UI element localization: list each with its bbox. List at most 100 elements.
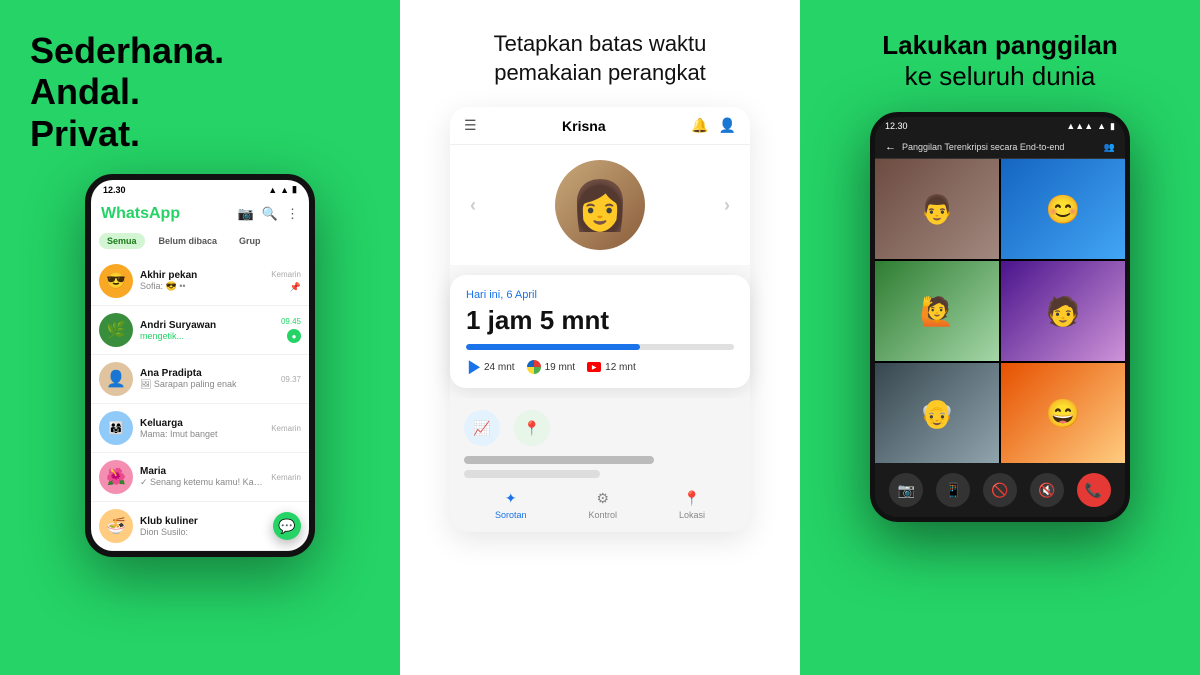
kontrol-icon: ⚙ (596, 490, 609, 507)
profile-emoji: 👩 (570, 177, 630, 234)
participants-icon: 👥 (1104, 142, 1115, 153)
app-usage-youtube: 12 mnt (587, 360, 636, 374)
video-cell-3: 🙋 (875, 261, 999, 361)
chat-item[interactable]: 👨‍👩‍👧 Keluarga Mama: Imut banget Kemarin (91, 404, 309, 453)
panel-right: Lakukan panggilan ke seluruh dunia 12.30… (800, 0, 1200, 675)
status-icons: ▲ ▲ ▮ (268, 184, 297, 195)
screen-time-fill (466, 344, 640, 350)
unread-badge: ● (287, 329, 301, 343)
person-1: 👨 (875, 159, 999, 259)
mute-button[interactable]: 🔇 (1030, 473, 1064, 507)
search-icon[interactable]: 🔍 (262, 206, 278, 222)
lokasi-label: Lokasi (679, 510, 705, 520)
chat-list: 😎 Akhir pekan Sofia: 😎 •• Kemarin 📌 🌿 An… (91, 257, 309, 551)
person-5: 👴 (875, 363, 999, 463)
trend-icon[interactable]: 📈 (464, 410, 500, 446)
status-time: 12.30 (103, 185, 126, 195)
wifi-icon: ▲ (1097, 121, 1106, 132)
chat-preview: 🖼 Sarapan paling enak (140, 379, 274, 390)
app-name: WhatsApp (101, 205, 180, 223)
avatar: 🌿 (99, 313, 133, 347)
pin-icon: 📌 (290, 282, 301, 293)
chat-time: 09.45 (281, 317, 301, 326)
chat-preview: Sofia: 😎 •• (140, 281, 264, 292)
nav-lokasi[interactable]: 📍 Lokasi (679, 490, 705, 520)
menu-icon[interactable]: ☰ (464, 117, 477, 134)
chat-name: Keluarga (140, 418, 264, 429)
camera-icon[interactable]: 📷 (238, 206, 254, 222)
chat-time: 09.37 (281, 375, 301, 384)
placeholder-bars (464, 456, 736, 478)
camera-button[interactable]: 📷 (889, 473, 923, 507)
chat-meta: Kemarin (271, 424, 301, 433)
left-headline: Sederhana.Andal.Privat. (30, 30, 224, 154)
app-usage-chrome: 19 mnt (527, 360, 576, 374)
switch-camera-button[interactable]: 📱 (936, 473, 970, 507)
screen-time-total: 1 jam 5 mnt (466, 305, 734, 336)
tab-unread[interactable]: Belum dibaca (151, 233, 226, 249)
play-time: 24 mnt (484, 362, 515, 373)
tab-all[interactable]: Semua (99, 233, 145, 249)
call-phone-mockup: 12.30 ▲▲▲ ▲ ▮ ← Panggilan Terenkripsi se… (870, 112, 1130, 522)
nav-kontrol[interactable]: ⚙ Kontrol (588, 490, 617, 520)
chat-name: Ana Pradipta (140, 368, 274, 379)
video-cell-5: 👴 (875, 363, 999, 463)
chrome-time: 19 mnt (545, 362, 576, 373)
new-chat-fab[interactable]: 💬 (273, 512, 301, 540)
next-arrow[interactable]: › (724, 195, 730, 216)
youtube-time: 12 mnt (605, 362, 636, 373)
end-call-button[interactable]: 📞 (1077, 473, 1111, 507)
tab-group[interactable]: Grup (231, 233, 269, 249)
person-4: 🧑 (1001, 261, 1125, 361)
chat-preview: mengetik... (140, 331, 274, 341)
nav-sorotan[interactable]: ✦ Sorotan (495, 490, 527, 520)
chat-item[interactable]: 😎 Akhir pekan Sofia: 😎 •• Kemarin 📌 (91, 257, 309, 306)
chat-content: Maria ✓ Senang ketemu kamu! Kabari... (140, 466, 264, 488)
chat-time: Kemarin (271, 270, 301, 279)
profile-area: ‹ 👩 › (450, 145, 750, 265)
panel-left: Sederhana.Andal.Privat. 12.30 ▲ ▲ ▮ What… (0, 0, 400, 675)
bell-icon[interactable]: 🔔 (691, 117, 708, 134)
prev-arrow[interactable]: ‹ (470, 195, 476, 216)
location-pin-icon[interactable]: 📍 (514, 410, 550, 446)
back-arrow-icon[interactable]: ← (885, 141, 896, 153)
call-title: Panggilan Terenkripsi secara End-to-end (902, 142, 1098, 152)
more-icon[interactable]: ⋮ (286, 206, 299, 222)
chat-meta: 09.37 (281, 375, 301, 384)
phone-mockup-left: 12.30 ▲ ▲ ▮ WhatsApp 📷 🔍 ⋮ Semua Belum d… (85, 174, 315, 557)
chat-item[interactable]: 🌺 Maria ✓ Senang ketemu kamu! Kabari... … (91, 453, 309, 502)
call-status-bar: 12.30 ▲▲▲ ▲ ▮ (875, 117, 1125, 136)
bar-line-2 (464, 470, 600, 478)
chat-time: Kemarin (271, 473, 301, 482)
chat-meta: 💬 (273, 512, 301, 540)
video-cell-6: 😄 (1001, 363, 1125, 463)
call-status-icons: ▲▲▲ ▲ ▮ (1066, 121, 1115, 132)
chat-preview: ✓ Senang ketemu kamu! Kabari... (140, 477, 264, 488)
screen-time-bar (466, 344, 734, 350)
profile-name: Krisna (562, 118, 606, 134)
chat-meta: Kemarin (271, 473, 301, 482)
chat-meta: 09.45 ● (281, 317, 301, 343)
chat-item[interactable]: 🍜 Klub kuliner Dion Susilo: 💬 (91, 502, 309, 551)
video-off-button[interactable]: 🚫 (983, 473, 1017, 507)
screen-time-card: Hari ini, 6 April 1 jam 5 mnt 24 mnt 19 … (450, 275, 750, 388)
wifi-icon: ▲ (268, 185, 277, 195)
chat-item[interactable]: 👤 Ana Pradipta 🖼 Sarapan paling enak 09.… (91, 355, 309, 404)
person-3: 🙋 (875, 261, 999, 361)
profile-icon[interactable]: 👤 (719, 117, 736, 134)
chat-preview: Mama: Imut banget (140, 429, 264, 439)
call-controls: 📷 📱 🚫 🔇 📞 (875, 463, 1125, 517)
chat-preview: Dion Susilo: (140, 527, 266, 537)
chat-item[interactable]: 🌿 Andri Suryawan mengetik... 09.45 ● (91, 306, 309, 355)
video-cell-1: 👨 (875, 159, 999, 259)
battery-icon: ▮ (292, 184, 297, 195)
chat-content: Klub kuliner Dion Susilo: (140, 516, 266, 537)
avatar: 🌺 (99, 460, 133, 494)
call-status-time: 12.30 (885, 121, 908, 132)
signal-icon: ▲▲▲ (1066, 121, 1093, 132)
bar-line-1 (464, 456, 654, 464)
avatar: 👤 (99, 362, 133, 396)
profile-avatar: 👩 (555, 160, 645, 250)
battery-icon: ▮ (1110, 121, 1115, 132)
header-action-icons: 📷 🔍 ⋮ (238, 206, 299, 222)
